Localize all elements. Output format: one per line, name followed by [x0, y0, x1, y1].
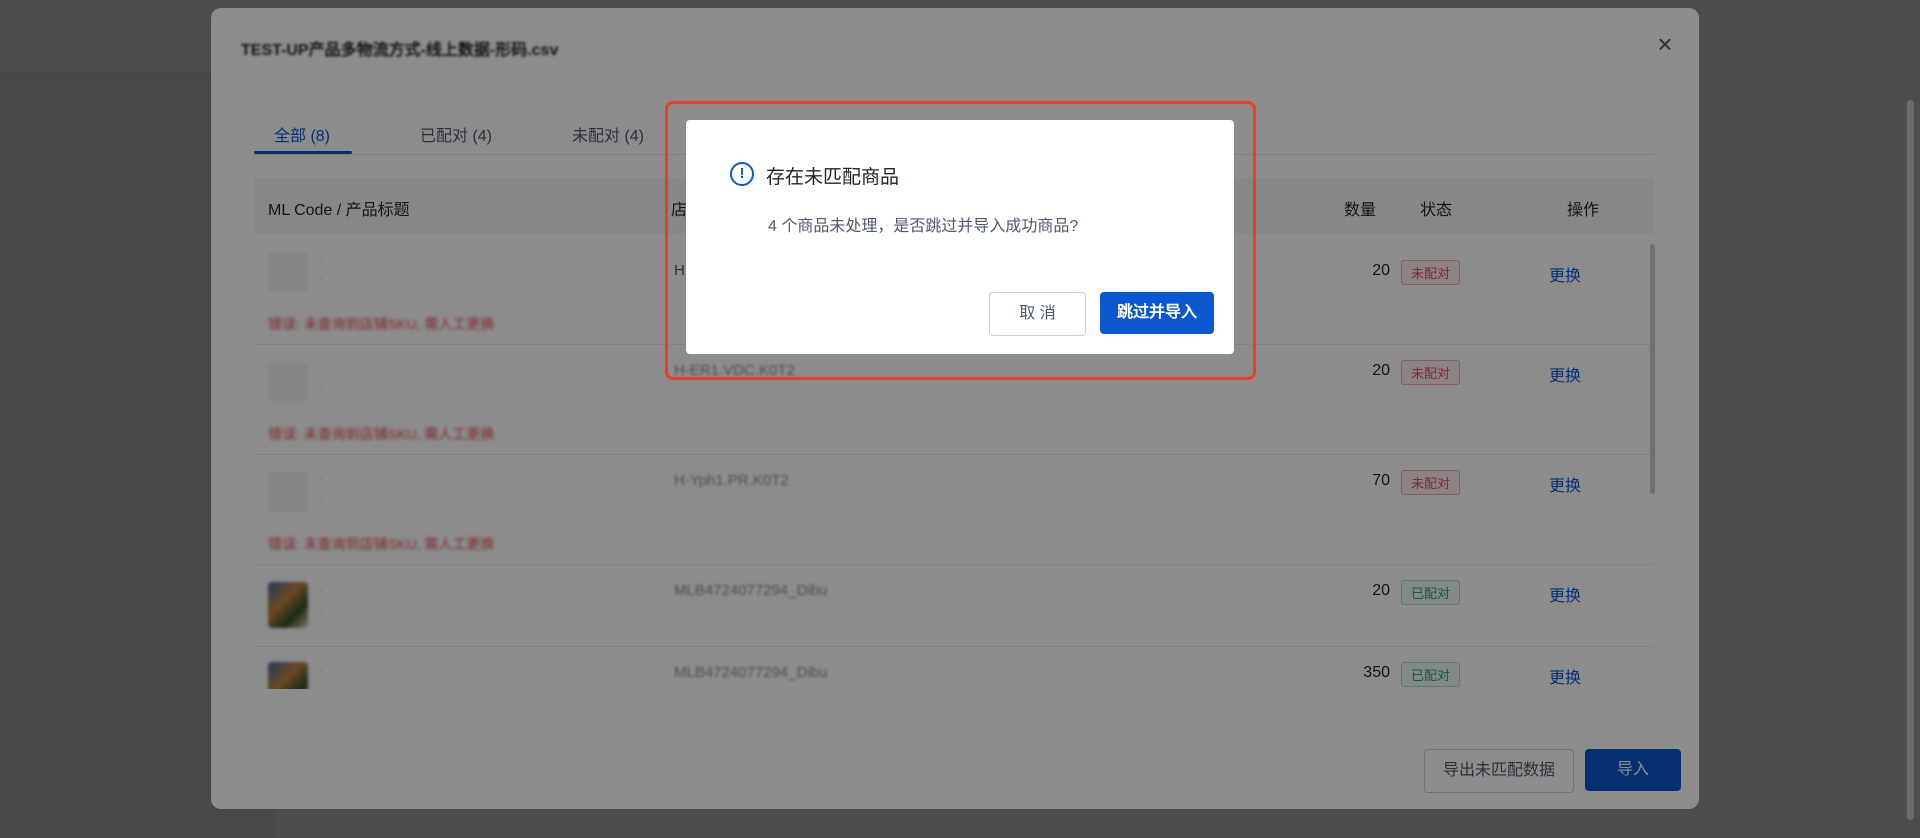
- dialog-title: 存在未匹配商品: [766, 167, 900, 188]
- page-scrollbar[interactable]: [1907, 100, 1914, 820]
- cancel-button[interactable]: 取 消: [989, 292, 1086, 336]
- dialog-message: 4 个商品未处理，是否跳过并导入成功商品?: [768, 218, 1079, 235]
- confirm-dialog: ! 存在未匹配商品 4 个商品未处理，是否跳过并导入成功商品? 取 消 跳过并导…: [686, 120, 1234, 354]
- skip-and-import-button[interactable]: 跳过并导入: [1100, 292, 1214, 334]
- info-circle-icon: !: [730, 162, 754, 186]
